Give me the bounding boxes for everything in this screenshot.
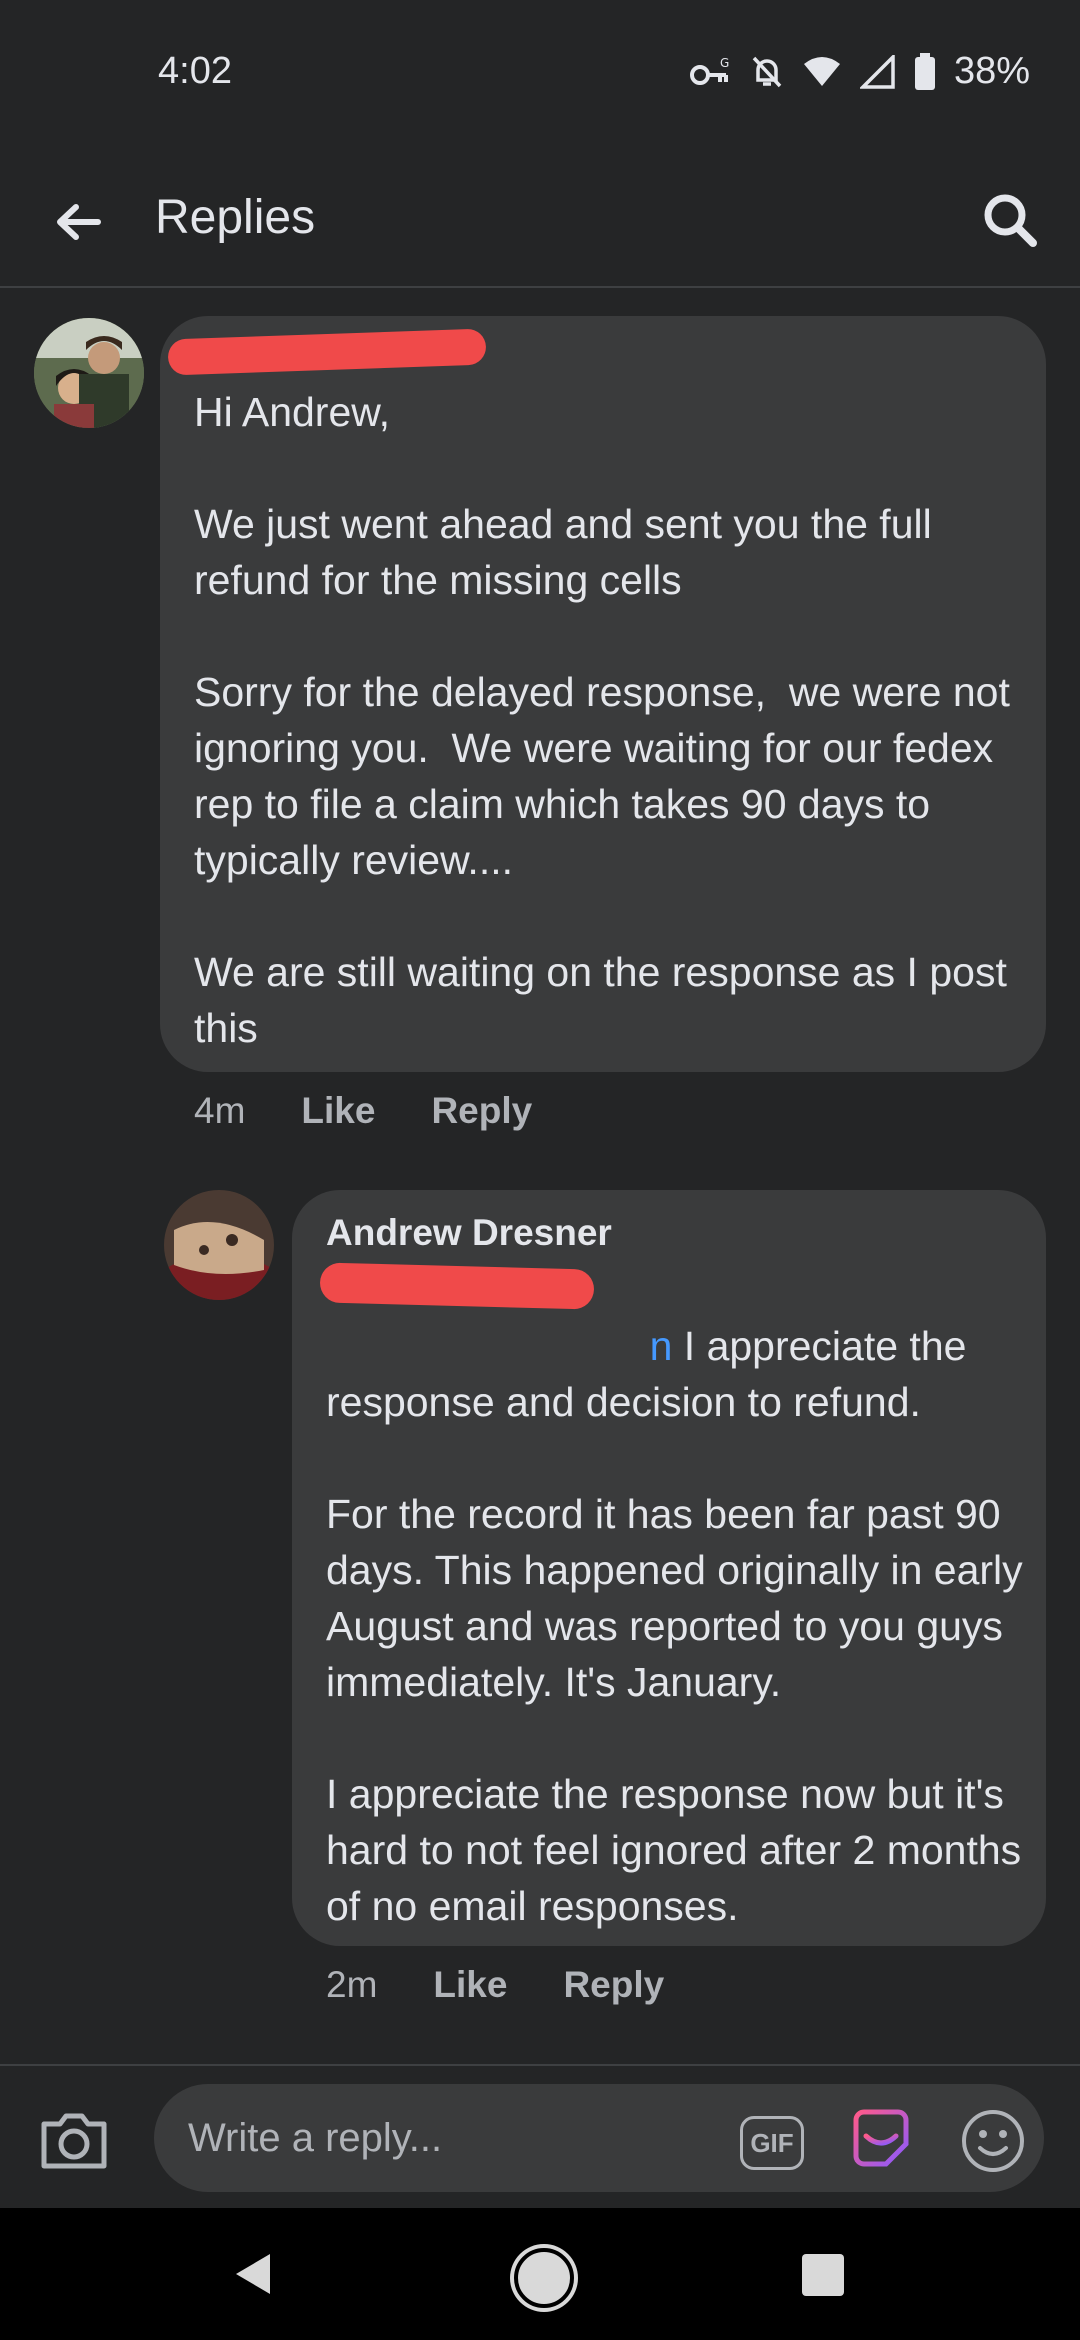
sticker-button[interactable] — [848, 2106, 914, 2172]
comment-bubble[interactable]: Hi Andrew, We just went ahead and sent y… — [160, 316, 1046, 1072]
like-button[interactable]: Like — [433, 1964, 507, 2006]
reply-button[interactable]: Reply — [563, 1964, 664, 2006]
notifications-off-icon — [752, 56, 782, 87]
comment-text-body: I appreciate the response and decision t… — [326, 1323, 1023, 1929]
like-button[interactable]: Like — [301, 1090, 375, 1132]
page-title: Replies — [155, 191, 316, 244]
wifi-icon — [803, 56, 840, 86]
avatar[interactable] — [164, 1190, 274, 1300]
search-button[interactable] — [970, 180, 1050, 260]
nav-home-button[interactable] — [514, 2248, 574, 2308]
status-time: 4:02 — [158, 50, 232, 92]
comment-actions: 4m Like Reply — [194, 1090, 588, 1132]
mention-redaction — [319, 1262, 595, 1310]
battery-percent: 38% — [953, 50, 1030, 92]
comment-actions: 2m Like Reply — [326, 1964, 720, 2006]
comment-text: n I appreciate the response and decision… — [326, 1262, 1026, 1990]
comment-bubble[interactable]: Andrew Dresner n I appreciate the respon… — [292, 1190, 1046, 1946]
avatar-photo — [34, 318, 144, 428]
svg-text:G: G — [720, 56, 729, 70]
search-icon — [984, 194, 1037, 247]
mention-link[interactable]: n — [650, 1323, 673, 1369]
vpn-key-icon: G — [689, 56, 729, 85]
avatar-photo — [164, 1190, 274, 1300]
app-bar: Replies — [0, 150, 1080, 288]
emoji-icon — [962, 2110, 1024, 2172]
author-redaction — [167, 328, 487, 376]
arrow-left-icon — [57, 204, 101, 240]
signal-icon — [859, 54, 895, 89]
comment-author[interactable]: Andrew Dresner — [326, 1212, 612, 1254]
comment-time: 2m — [326, 1964, 378, 2005]
status-bar: 4:02 G 38% — [0, 0, 1080, 150]
nav-recents-button[interactable] — [802, 2254, 844, 2296]
system-nav-bar — [0, 2208, 1080, 2340]
gif-button[interactable]: GIF — [740, 2116, 804, 2170]
sticker-icon — [853, 2109, 909, 2167]
battery-icon — [914, 52, 935, 90]
back-button[interactable] — [40, 184, 116, 260]
emoji-button[interactable] — [960, 2108, 1026, 2174]
nav-back-icon[interactable] — [230, 2250, 278, 2298]
comment-time: 4m — [194, 1090, 246, 1131]
avatar[interactable] — [34, 318, 144, 428]
comment-text: Hi Andrew, We just went ahead and sent y… — [194, 389, 1010, 1051]
camera-button[interactable] — [38, 2108, 118, 2178]
status-icons: G 38% — [689, 50, 1030, 93]
reply-button[interactable]: Reply — [431, 1090, 532, 1132]
reply-composer: GIF — [0, 2064, 1080, 2210]
camera-icon — [41, 2113, 107, 2169]
